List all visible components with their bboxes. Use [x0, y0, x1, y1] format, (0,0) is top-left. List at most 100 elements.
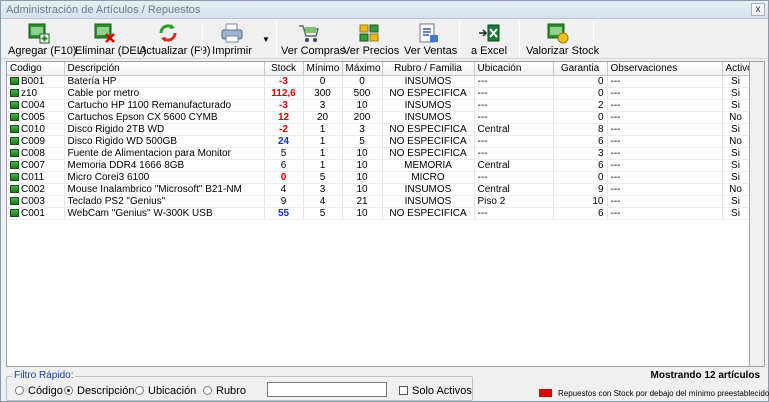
cell-maximo: 5	[342, 135, 383, 148]
cell-text: ---	[477, 147, 488, 159]
radio-dot	[64, 386, 73, 395]
vertical-scrollbar[interactable]	[750, 61, 765, 367]
stock-valuation-button[interactable]: Valorizar Stock	[526, 20, 600, 59]
cell-observaciones: ---	[607, 99, 723, 112]
cell-text: 5	[319, 207, 326, 219]
radio-label: Ubicación	[148, 385, 197, 397]
table-row[interactable]: C007 Memoria DDR4 1666 8GB 6 1 10 MEMORIA Cent…	[7, 159, 749, 172]
table-row[interactable]: z10 Cable por metro 112,6 300 500 NO ESPECIFI…	[7, 87, 749, 100]
print-button[interactable]: Imprimir	[208, 20, 256, 59]
cell-text: ---	[477, 135, 488, 147]
cell-text: C008	[21, 147, 45, 159]
cell-text: 20	[316, 111, 329, 123]
cell-text: Micro Corei3 6100	[67, 171, 150, 183]
solo-activos-checkbox[interactable]: Solo Activos	[399, 385, 472, 397]
column-header-maximo[interactable]: Máximo	[342, 62, 383, 76]
cell-ubicacion: ---	[474, 99, 554, 112]
cell-rubro: INSUMOS	[382, 111, 475, 124]
add-button[interactable]: Agregar (F10)	[8, 20, 76, 59]
column-header-ubicacion[interactable]: Ubicación	[474, 62, 554, 76]
cell-activo: Si	[722, 171, 749, 184]
cell-text: ---	[610, 75, 621, 87]
cell-minimo: 1	[303, 147, 343, 160]
cell-text: 12	[277, 111, 290, 123]
flag-icon	[10, 124, 19, 133]
cell-garantia: 6	[553, 135, 608, 148]
cell-ubicacion: ---	[474, 207, 554, 220]
add-sheet-icon	[28, 23, 50, 44]
cell-activo: Si	[722, 159, 749, 172]
cell-activo: No	[722, 111, 749, 124]
delete-button[interactable]: Eliminar (DEL)	[75, 20, 147, 59]
radio-dot	[203, 386, 212, 395]
toolbar-separator	[276, 22, 277, 57]
table-row[interactable]: B001 Batería HP -3 0 0 INSUMOS --- 0 --- Si	[7, 75, 749, 88]
cell-maximo: 500	[342, 87, 383, 100]
cell-text: 3	[319, 99, 326, 111]
cell-text: INSUMOS	[404, 183, 452, 195]
cell-minimo: 4	[303, 195, 343, 208]
export-excel-button[interactable]: a Excel	[467, 20, 511, 59]
view-prices-button[interactable]: Ver Precios	[343, 20, 399, 59]
table-row[interactable]: C001 WebCam "Genius" W-300K USB 55 5 10 NO ES…	[7, 207, 749, 220]
view-sales-button[interactable]: Ver Ventas	[404, 20, 457, 59]
table-row[interactable]: C011 Micro Corei3 6100 0 5 10 MICRO --- 0 --- Si	[7, 171, 749, 184]
cell-text: 0	[597, 87, 604, 99]
column-header-observaciones[interactable]: Observaciones	[607, 62, 723, 76]
cell-text: Cartucho HP 1100 Remanufacturado	[67, 99, 232, 111]
table-row[interactable]: C008 Fuente de Alimentacion para Monitor 5…	[7, 147, 749, 160]
below-minimum-legend: Repuestos con Stock por debajo del mínim…	[539, 389, 769, 398]
close-button[interactable]: x	[751, 3, 765, 16]
table-row[interactable]: C009 Disco Rigido WD 500GB 24 1 5 NO ESPECIFI…	[7, 135, 749, 148]
cell-text: Batería HP	[67, 75, 117, 87]
quick-filter-input[interactable]	[267, 382, 387, 397]
cell-observaciones: ---	[607, 87, 723, 100]
toolbar-separator	[459, 22, 460, 57]
cell-descripcion: Disco Rigido WD 500GB	[64, 135, 265, 148]
cell-garantia: 9	[553, 183, 608, 196]
print-dropdown-arrow[interactable]: ▼	[260, 20, 272, 59]
cell-text: 200	[353, 111, 371, 123]
column-header-minimo[interactable]: Mínimo	[303, 62, 343, 76]
title-bar: Administración de Artículos / Repuestos …	[1, 1, 768, 19]
column-header-descripcion[interactable]: Descripción	[64, 62, 265, 76]
cell-text: INSUMOS	[404, 75, 452, 87]
view-purchases-button[interactable]: Ver Compras	[281, 20, 345, 59]
column-header-codigo[interactable]: Codigo	[7, 62, 65, 76]
cell-maximo: 10	[342, 159, 383, 172]
cell-stock: 12	[264, 111, 304, 124]
cell-text: ---	[610, 195, 621, 207]
column-header-stock[interactable]: Stock	[264, 62, 304, 76]
cell-codigo: C009	[7, 135, 65, 148]
filter-radio-rubro[interactable]: Rubro	[203, 385, 246, 397]
cell-text: 55	[277, 207, 290, 219]
column-header-garantia[interactable]: Garantia	[553, 62, 608, 76]
articles-table[interactable]: Codigo Descripción Stock Mínimo Máximo R…	[6, 61, 750, 367]
filter-radio-ubicacion[interactable]: Ubicación	[135, 385, 196, 397]
table-row[interactable]: C005 Cartuchos Epson CX 5600 CYMB 12 20 200 I…	[7, 111, 749, 124]
flag-icon	[10, 160, 19, 169]
column-header-activo[interactable]: Activo	[722, 62, 749, 76]
cell-text: ---	[477, 99, 488, 111]
cell-stock: 9	[264, 195, 304, 208]
filter-radio-codigo[interactable]: Código	[15, 385, 63, 397]
table-row[interactable]: C010 Disco Rigido 2TB WD -2 1 3 NO ESPECIFICA…	[7, 123, 749, 136]
cell-minimo: 3	[303, 183, 343, 196]
table-row[interactable]: C004 Cartucho HP 1100 Remanufacturado -3 3 1…	[7, 99, 749, 112]
cell-text: NO ESPECIFICA	[389, 135, 467, 147]
cell-descripcion: Cable por metro	[64, 87, 265, 100]
cell-codigo: C007	[7, 159, 65, 172]
export-excel-label: a Excel	[470, 45, 508, 57]
cell-observaciones: ---	[607, 171, 723, 184]
stock-valuation-label: Valorizar Stock	[526, 45, 600, 57]
table-row[interactable]: C003 Teclado PS2 "Genius" 9 4 21 INSUMOS Piso …	[7, 195, 749, 208]
table-row[interactable]: C002 Mouse Inalambrico "Microsoft" B21-NM…	[7, 183, 749, 196]
filter-radio-descripcion[interactable]: Descripción	[64, 385, 134, 397]
cell-activo: No	[722, 135, 749, 148]
cell-rubro: MICRO	[382, 171, 475, 184]
cell-text: 3	[359, 123, 365, 135]
cell-rubro: INSUMOS	[382, 183, 475, 196]
column-header-rubro[interactable]: Rubro / Familia	[382, 62, 475, 76]
refresh-button[interactable]: Actualizar (F9)	[139, 20, 211, 59]
cell-text: ---	[477, 207, 488, 219]
